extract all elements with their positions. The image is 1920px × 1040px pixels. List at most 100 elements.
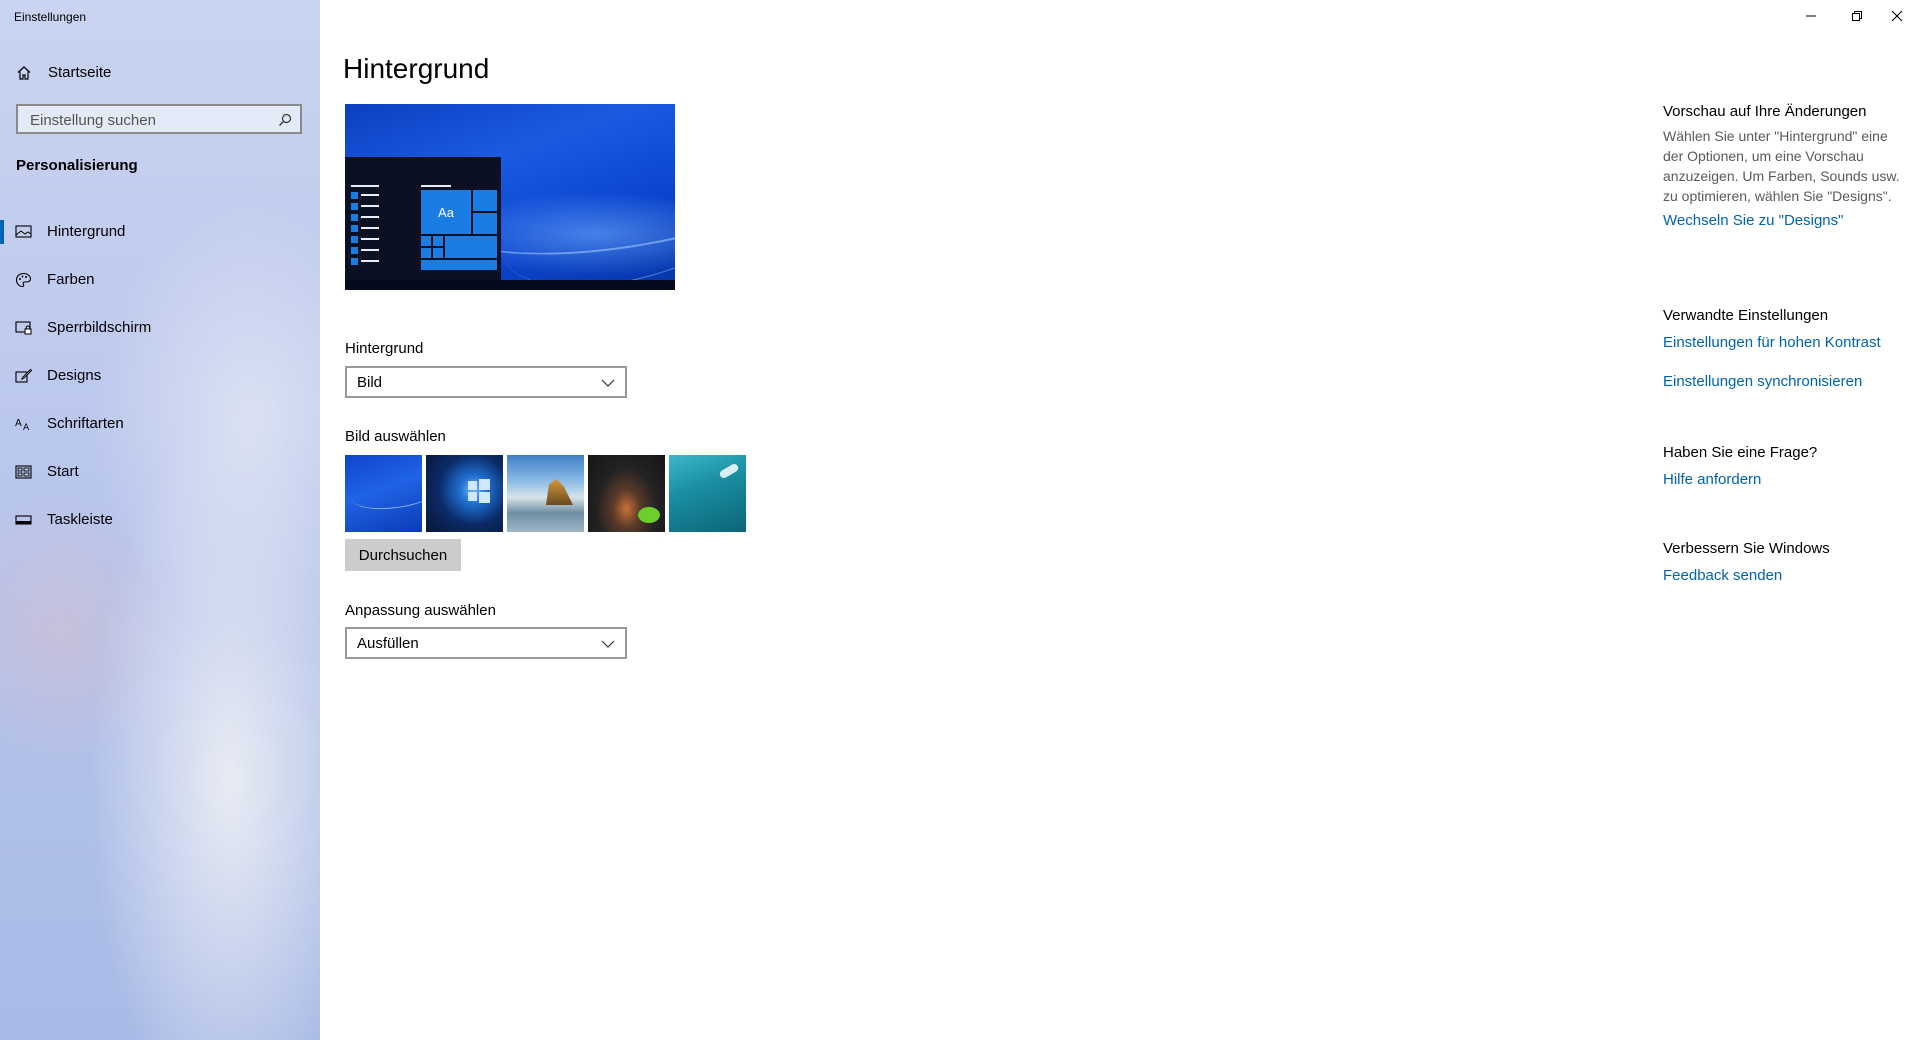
sidebar: Einstellungen Startseite Personalisierun… [0,0,320,1040]
palette-icon [15,272,32,288]
preview-menu-square [351,192,358,199]
fit-label: Anpassung auswählen [345,602,496,619]
home-label: Startseite [48,64,112,81]
choose-picture-label: Bild auswählen [345,428,446,445]
sync-settings-link[interactable]: Einstellungen synchronisieren [1663,373,1903,390]
chevron-down-icon [601,379,615,387]
lock-screen-icon [15,321,32,335]
sidebar-item-designs[interactable]: Designs [0,352,320,400]
fit-dropdown-value: Ausfüllen [357,635,419,652]
feedback-section: Verbessern Sie Windows Feedback senden [1663,540,1903,584]
home-icon [17,66,31,80]
sidebar-item-label: Taskleiste [47,511,113,528]
preview-heading: Vorschau auf Ihre Änderungen [1663,103,1867,120]
page-title: Hintergrund [343,53,490,84]
sidebar-item-hintergrund[interactable]: Hintergrund [0,208,320,256]
close-button[interactable] [1874,0,1920,32]
home-link[interactable]: Startseite [0,58,320,88]
app-title: Einstellungen [14,10,87,24]
preview-tile [433,248,443,258]
thumbnail-window-logo [468,481,477,490]
close-icon [1891,10,1903,22]
thumbnail-window-logo [468,492,477,501]
question-heading: Haben Sie eine Frage? [1663,444,1818,461]
preview-info-section: Vorschau auf Ihre Änderungen Wählen Sie … [1663,103,1903,229]
font-icon: A A [15,418,30,432]
thumbnail-rock [546,479,573,505]
search-box[interactable] [16,104,302,134]
preview-tile [433,236,443,246]
preview-tile [473,190,497,211]
sidebar-item-taskleiste[interactable]: Taskleiste [0,496,320,544]
svg-text:A: A [23,423,30,432]
preview-menu-square [351,236,358,243]
preview-menu-line [421,185,451,187]
thumbnail-window-logo [479,479,490,490]
preview-menu-square [351,225,358,232]
sidebar-item-label: Start [47,463,79,480]
sidebar-item-farben[interactable]: Farben [0,256,320,304]
picture-icon [15,225,32,238]
active-indicator [0,220,4,244]
get-help-link[interactable]: Hilfe anfordern [1663,471,1903,488]
taskbar-icon [15,515,32,525]
preview-tile [473,213,497,234]
search-icon[interactable] [278,113,292,127]
preview-menu-line [361,249,379,251]
preview-tile: Aa [421,190,471,234]
picture-thumbnail[interactable] [345,455,422,532]
background-dropdown[interactable]: Bild [345,366,627,398]
svg-text:A: A [15,418,22,429]
related-settings-section: Verwandte Einstellungen Einstellungen fü… [1663,307,1903,390]
search-input[interactable] [28,111,272,130]
nav-list: Hintergrund Farben Sperrbildschirm Desig… [0,208,320,544]
preview-menu-square [351,247,358,254]
preview-start-menu: Aa [345,157,501,280]
preview-menu-line [361,260,379,262]
picture-thumbnail[interactable] [588,455,665,532]
designs-link[interactable]: Wechseln Sie zu "Designs" [1663,212,1903,229]
preview-taskbar [345,280,675,290]
sidebar-item-start[interactable]: Start [0,448,320,496]
preview-menu-square [351,214,358,221]
preview-tile [445,236,497,258]
thumbnail-swirl [349,470,422,515]
browse-button[interactable]: Durchsuchen [345,539,461,571]
brush-icon [15,368,32,383]
preview-menu-line [351,185,379,187]
sidebar-item-sperrbildschirm[interactable]: Sperrbildschirm [0,304,320,352]
preview-tile [421,236,431,246]
minimize-button[interactable] [1788,0,1834,32]
preview-tile [421,248,431,258]
picture-thumbnail[interactable] [426,455,503,532]
background-dropdown-value: Bild [357,374,383,391]
preview-menu-line [361,205,379,207]
picture-thumbnail[interactable] [507,455,584,532]
background-label: Hintergrund [345,340,424,357]
start-menu-icon [15,465,32,479]
feedback-link[interactable]: Feedback senden [1663,567,1903,584]
high-contrast-link[interactable]: Einstellungen für hohen Kontrast [1663,334,1903,351]
sidebar-item-label: Farben [47,271,95,288]
preview-menu-line [361,227,379,229]
desktop-preview: Aa [345,104,675,290]
preview-menu-square [351,258,358,265]
thumbnail-tent [638,507,660,523]
picture-thumbnail[interactable] [669,455,746,532]
related-heading: Verwandte Einstellungen [1663,307,1829,324]
preview-menu-square [351,203,358,210]
fit-dropdown[interactable]: Ausfüllen [345,627,627,659]
preview-menu-line [361,194,379,196]
question-section: Haben Sie eine Frage? Hilfe anfordern [1663,444,1903,488]
chevron-down-icon [601,640,615,648]
sidebar-item-schriftarten[interactable]: A A Schriftarten [0,400,320,448]
section-title: Personalisierung [16,157,138,174]
sidebar-item-label: Designs [47,367,102,384]
sidebar-item-label: Sperrbildschirm [47,319,152,336]
preview-tile [421,260,497,270]
sidebar-item-label: Hintergrund [47,223,126,240]
preview-menu-line [361,238,379,240]
sidebar-item-label: Schriftarten [47,415,124,432]
restore-icon [1852,11,1862,21]
minimize-icon [1806,15,1816,17]
